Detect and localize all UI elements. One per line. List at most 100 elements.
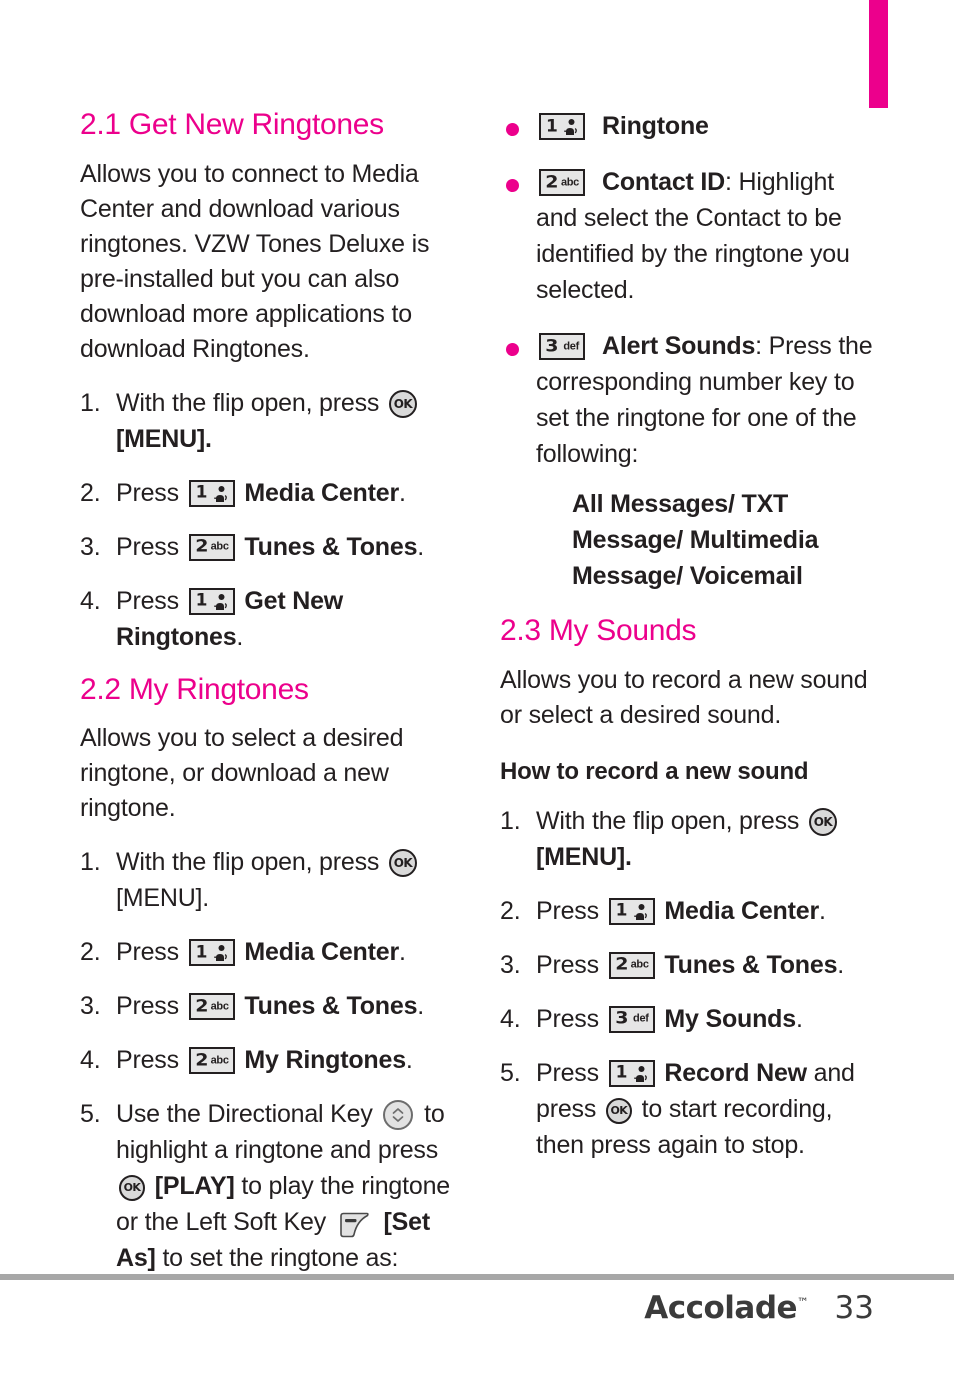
section-title-2-1: 2.1 Get New Ringtones	[80, 108, 384, 141]
bullet-dot-icon	[506, 179, 519, 192]
menu-option-label: Media Center	[244, 938, 399, 966]
menu-option-label: Tunes & Tones	[244, 992, 418, 1020]
voicemail-glyph-icon	[213, 945, 227, 961]
keypad-key-2-icon: 2 abc	[188, 993, 235, 1020]
section-2-3-subhead: How to record a new sound	[500, 757, 809, 785]
step-text: Press	[536, 1058, 599, 1087]
page-number: 33	[834, 1290, 874, 1326]
list-item: 2 abc Contact ID: Highlight and select t…	[500, 164, 880, 308]
key-digit: 1	[195, 942, 208, 962]
bullet-dot-icon	[506, 123, 519, 136]
key-digit: 1	[546, 116, 558, 136]
ok-key-icon: OK	[119, 1175, 145, 1201]
step-number: 2.	[500, 896, 521, 925]
step-text: Press	[116, 938, 179, 966]
brand-name: Accolade	[644, 1290, 798, 1326]
step-item: 1. With the flip open, press OK [MENU].	[80, 385, 460, 457]
voicemail-glyph-icon	[564, 119, 577, 135]
option-label: Ringtone	[602, 112, 709, 140]
voicemail-glyph-icon	[633, 1065, 647, 1082]
step-item: 5. Use the Directional Key to highlight a…	[80, 1096, 460, 1276]
list-item: 3 def Alert Sounds: Press the correspond…	[500, 328, 880, 594]
step-tail: .	[819, 896, 826, 925]
step-number: 5.	[80, 1100, 101, 1128]
step-tail: .	[405, 1046, 413, 1074]
menu-label: [MENU].	[536, 842, 632, 871]
step-item: 4. Press 1 Get New Ringtones.	[80, 583, 460, 655]
step-number: 1.	[500, 806, 521, 835]
keypad-key-1-icon: 1	[188, 939, 235, 966]
play-label: [PLAY]	[154, 1172, 235, 1200]
voicemail-glyph-icon	[213, 485, 227, 502]
step-tail: .	[417, 992, 425, 1020]
directional-key-icon	[383, 1100, 414, 1130]
keypad-key-2-icon: 2 abc	[608, 951, 655, 979]
list-item: 1 Ringtone	[500, 108, 880, 144]
key-letters: def	[563, 340, 579, 352]
step-text: Press	[116, 478, 179, 507]
keypad-key-3-icon: 3 def	[539, 333, 585, 360]
key-letters: abc	[210, 540, 229, 553]
keypad-key-2-icon: 2 abc	[539, 169, 585, 196]
step-number: 3.	[80, 532, 101, 561]
menu-option-label: Tunes & Tones	[244, 532, 418, 561]
step-text: With the flip open, press	[116, 388, 380, 417]
menu-option-label: Tunes & Tones	[664, 950, 838, 979]
step-number: 4.	[500, 1004, 521, 1033]
option-label: Contact ID	[602, 168, 726, 196]
step-number: 1.	[80, 848, 101, 876]
key-digit: 2	[545, 172, 559, 192]
brand-logo: Accolade™	[644, 1290, 809, 1326]
menu-option-label: My Sounds	[664, 1004, 796, 1033]
ok-key-icon: OK	[388, 389, 417, 418]
ok-key-label: OK	[610, 1103, 628, 1117]
ok-key-label: OK	[813, 814, 833, 829]
step-text: Press	[536, 896, 599, 925]
key-digit: 1	[195, 482, 208, 503]
ok-key-label: OK	[123, 1181, 141, 1194]
key-digit: 3	[545, 336, 559, 356]
step-text: Use the Directional Key	[116, 1100, 373, 1128]
step-item: 3. Press 2 abc Tunes & Tones.	[80, 529, 460, 565]
step-item: 1. With the flip open, press OK [MENU].	[500, 803, 880, 875]
section-2-3-intro: Allows you to record a new sound or sele…	[500, 665, 868, 729]
step-item: 4. Press 3 def My Sounds.	[500, 1001, 880, 1037]
step-number: 3.	[500, 950, 521, 979]
key-digit: 1	[195, 590, 208, 611]
step-item: 2. Press 1 Media Center.	[500, 893, 880, 929]
step-text: Press	[116, 532, 179, 561]
step-number: 1.	[80, 388, 101, 417]
step-text: Press	[536, 1004, 599, 1033]
ok-key-icon: OK	[808, 807, 837, 836]
ok-key-label: OK	[393, 396, 413, 411]
keypad-key-3-icon: 3 def	[608, 1005, 655, 1033]
key-letters: def	[633, 1012, 649, 1025]
key-digit: 2	[194, 536, 208, 557]
left-soft-key-icon	[338, 1212, 372, 1238]
step-number: 4.	[80, 1046, 101, 1074]
page-content: 2.1 Get New Ringtones Allows you to conn…	[0, 108, 954, 1272]
trademark-symbol: ™	[797, 1295, 809, 1310]
voicemail-glyph-icon	[213, 593, 227, 610]
step-number: 3.	[80, 992, 101, 1020]
right-column: 1 Ringtone 2 abc Contact ID: Highlight a…	[500, 108, 880, 1181]
keypad-key-1-icon: 1	[608, 897, 655, 925]
step-item: 3. Press 2 abc Tunes & Tones.	[500, 947, 880, 983]
step-text-cont: to set the ringtone as:	[162, 1244, 399, 1272]
step-text: Press	[116, 586, 179, 615]
menu-label: [MENU].	[116, 884, 210, 912]
step-item: 2. Press 1 Media Center.	[80, 934, 460, 970]
step-item: 4. Press 2 abc My Ringtones.	[80, 1042, 460, 1078]
step-item: 3. Press 2 abc Tunes & Tones.	[80, 988, 460, 1024]
step-tail: .	[417, 532, 425, 561]
step-tail: .	[399, 478, 406, 507]
step-text: Press	[116, 1046, 179, 1074]
footer-divider	[0, 1274, 954, 1280]
ok-key-icon: OK	[388, 849, 417, 877]
menu-option-label: Media Center	[244, 478, 399, 507]
step-tail: .	[795, 1004, 803, 1033]
keypad-key-1-icon: 1	[539, 113, 585, 140]
section-2-3-steps: 1. With the flip open, press OK [MENU]. 2…	[500, 803, 880, 1163]
key-digit: 2	[194, 996, 208, 1016]
step-tail: .	[837, 950, 845, 979]
